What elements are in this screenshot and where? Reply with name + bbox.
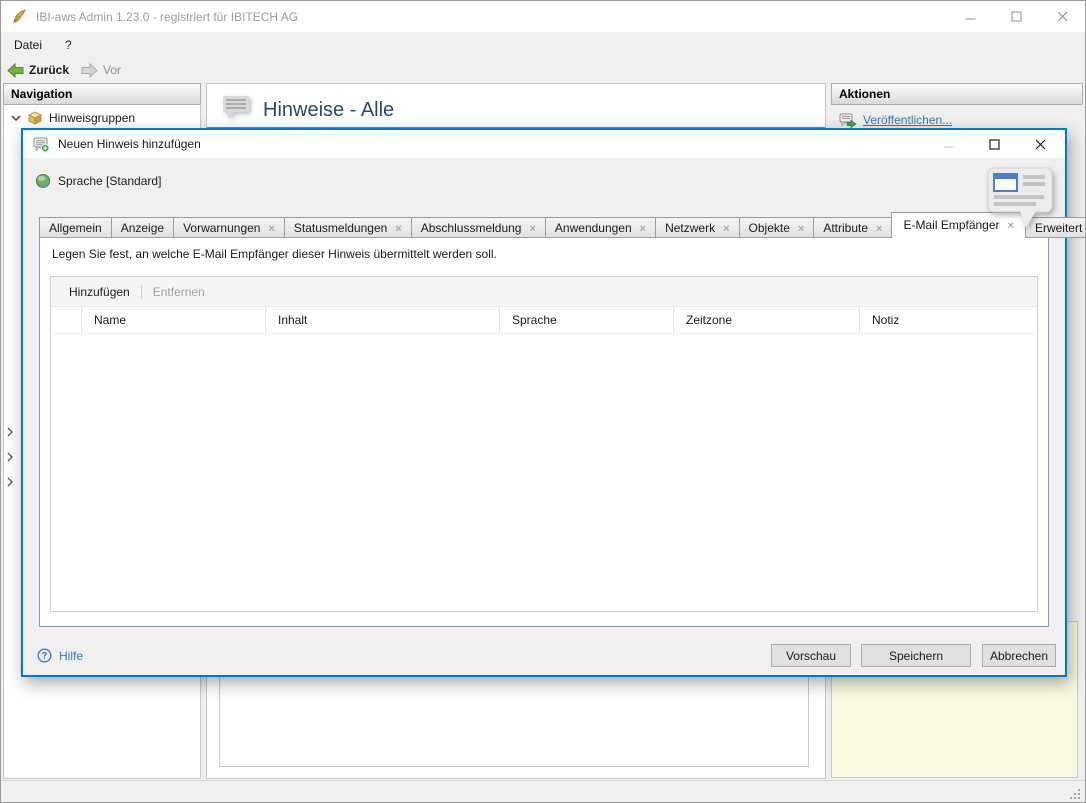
- remove-button[interactable]: Entfernen: [153, 285, 205, 299]
- hinweis-watermark-icon: [987, 167, 1053, 228]
- publish-icon: [839, 113, 857, 128]
- tree-expand-icon[interactable]: [5, 427, 15, 437]
- language-button[interactable]: Sprache [Standard]: [35, 170, 161, 192]
- tree-expand-icon[interactable]: [5, 452, 15, 462]
- dialog-tabs: Allgemein Anzeige Vorwarnungen × Statusmeldu…: [39, 212, 1085, 238]
- page-title: Hinweise - Alle: [263, 99, 395, 121]
- add-hinweis-dialog: Neuen Hinweis hinzufügen Sprache [Standa…: [21, 128, 1085, 677]
- tab-label: Objekte: [748, 221, 790, 235]
- preview-button[interactable]: Vorschau: [771, 644, 851, 667]
- publish-link[interactable]: Veröffentlichen...: [839, 112, 952, 128]
- tree-expand-icon[interactable]: [5, 477, 15, 487]
- close-icon[interactable]: [1039, 1, 1085, 32]
- nav-toolbar: Zurück Vor: [1, 57, 1085, 83]
- column-header-inhalt[interactable]: Inhalt: [265, 307, 499, 333]
- menu-datei[interactable]: Datei: [4, 34, 52, 56]
- column-header-sprache[interactable]: Sprache: [499, 307, 673, 333]
- tab-label: Attribute: [823, 221, 869, 235]
- tree-item-hinweisgruppen[interactable]: Hinweisgruppen: [3, 107, 199, 128]
- column-header-name[interactable]: Name: [81, 307, 265, 333]
- resize-grip[interactable]: [1068, 787, 1082, 801]
- tab-label: Anwendungen: [554, 221, 632, 235]
- hinweise-bubble-icon: [223, 96, 249, 119]
- tab-label: Abschlussmeldung: [420, 221, 522, 235]
- statusbar: [1, 780, 1085, 802]
- cancel-button[interactable]: Abbrechen: [982, 644, 1056, 667]
- forward-arrow-icon: [81, 62, 98, 78]
- globe-icon: [35, 173, 51, 189]
- window-title: IBI-aws Admin 1.23.0 - registriert für I…: [36, 9, 299, 24]
- minimize-icon[interactable]: [947, 1, 993, 32]
- help-link[interactable]: ? Hilfe: [37, 648, 83, 663]
- row-selector-column: [51, 307, 81, 333]
- column-header-zeitzone[interactable]: Zeitzone: [673, 307, 859, 333]
- maximize-icon[interactable]: [993, 1, 1039, 32]
- tab-close-icon[interactable]: ×: [395, 223, 401, 235]
- tab-vorwarnungen[interactable]: Vorwarnungen ×: [173, 217, 285, 238]
- tab-label: Netzwerk: [665, 221, 716, 235]
- add-hinweis-icon: [33, 137, 50, 152]
- dialog-titlebar: Neuen Hinweis hinzufügen: [23, 130, 1065, 158]
- tab-description: Legen Sie fest, an welche E-Mail Empfäng…: [52, 247, 497, 261]
- tab-allgemein[interactable]: Allgemein: [39, 217, 112, 238]
- language-label: Sprache [Standard]: [58, 174, 162, 188]
- svg-text:?: ?: [42, 651, 48, 661]
- menu-help[interactable]: ?: [55, 34, 82, 56]
- table-toolbar: Hinzufügen Entfernen: [51, 277, 1037, 307]
- dialog-minimize-icon: [925, 130, 971, 158]
- help-icon: ?: [37, 648, 52, 663]
- actions-header: Aktionen: [831, 83, 1083, 105]
- back-arrow-icon: [7, 62, 24, 78]
- dialog-close-icon[interactable]: [1017, 130, 1063, 158]
- help-label: Hilfe: [59, 648, 84, 663]
- tab-label: Statusmeldungen: [293, 221, 388, 235]
- dialog-title: Neuen Hinweis hinzufügen: [58, 137, 201, 151]
- tab-statusmeldungen[interactable]: Statusmeldungen ×: [283, 217, 412, 238]
- forward-label: Vor: [103, 63, 122, 77]
- tab-attribute[interactable]: Attribute ×: [813, 217, 893, 238]
- publish-label: Veröffentlichen...: [863, 113, 953, 127]
- save-button[interactable]: Speichern: [861, 644, 971, 667]
- main-titlebar: IBI-aws Admin 1.23.0 - registriert für I…: [1, 1, 1085, 32]
- column-header-notiz[interactable]: Notiz: [859, 307, 1037, 333]
- group-box-icon: [28, 111, 42, 125]
- tab-abschlussmeldung[interactable]: Abschlussmeldung ×: [410, 217, 546, 238]
- dialog-maximize-icon[interactable]: [971, 130, 1017, 158]
- tree-item-label: Hinweisgruppen: [49, 110, 136, 125]
- add-button[interactable]: Hinzufügen: [69, 285, 130, 299]
- tab-anzeige[interactable]: Anzeige: [110, 217, 175, 238]
- recipients-table: Hinzufügen Entfernen Name Inhalt Sprache Ze…: [50, 276, 1038, 612]
- tab-content-panel: Legen Sie fest, an welche E-Mail Empfäng…: [39, 237, 1049, 627]
- toolbar-divider: [140, 284, 142, 299]
- tab-close-icon[interactable]: ×: [876, 223, 882, 235]
- tab-label: Anzeige: [120, 221, 165, 235]
- tab-label: Vorwarnungen: [183, 221, 261, 235]
- tab-netzwerk[interactable]: Netzwerk ×: [655, 217, 740, 238]
- menubar: Datei ?: [1, 32, 1085, 57]
- tab-close-icon[interactable]: ×: [640, 223, 646, 235]
- app-window: IBI-aws Admin 1.23.0 - registriert für I…: [0, 0, 1086, 803]
- navigation-header: Navigation: [3, 83, 201, 105]
- app-logo-icon: [13, 9, 27, 23]
- tab-close-icon[interactable]: ×: [268, 223, 274, 235]
- table-header-row: Name Inhalt Sprache Zeitzone Notiz: [51, 307, 1037, 334]
- back-label: Zurück: [29, 63, 70, 77]
- tab-close-icon[interactable]: ×: [723, 223, 729, 235]
- forward-button[interactable]: Vor: [75, 61, 127, 80]
- tab-anwendungen[interactable]: Anwendungen ×: [544, 217, 657, 238]
- chevron-down-icon[interactable]: [11, 113, 21, 123]
- tab-close-icon[interactable]: ×: [798, 223, 804, 235]
- back-button[interactable]: Zurück: [1, 61, 75, 80]
- tab-objekte[interactable]: Objekte ×: [738, 217, 815, 238]
- tab-close-icon[interactable]: ×: [529, 223, 535, 235]
- tab-label: Allgemein: [49, 221, 102, 235]
